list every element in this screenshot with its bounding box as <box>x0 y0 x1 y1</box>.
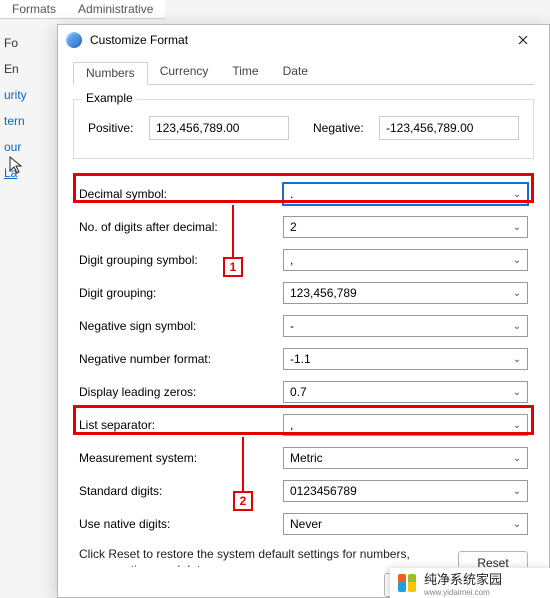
bg-tab-administrative: Administrative <box>72 0 159 18</box>
chevron-down-icon: ⌄ <box>511 222 523 233</box>
value-negative-sign-symbol: - <box>290 319 511 333</box>
combo-standard-digits[interactable]: 0123456789 ⌄ <box>283 480 528 502</box>
value-digits-after-decimal: 2 <box>290 220 511 234</box>
reset-hint-text: Click Reset to restore the system defaul… <box>79 547 438 567</box>
tab-numbers[interactable]: Numbers <box>73 62 148 85</box>
globe-icon <box>66 32 82 48</box>
combo-leading-zeros[interactable]: 0.7 ⌄ <box>283 381 528 403</box>
dialog-titlebar: Customize Format <box>58 25 549 55</box>
tabstrip: Numbers Currency Time Date <box>73 61 534 85</box>
chevron-down-icon: ⌄ <box>511 453 523 464</box>
annotation-line-2 <box>242 437 244 491</box>
label-use-native-digits: Use native digits: <box>79 517 279 531</box>
label-digit-grouping-symbol: Digit grouping symbol: <box>79 253 279 267</box>
row-negative-number-format: Negative number format: -1.1 ⌄ <box>73 348 534 370</box>
label-list-separator: List separator: <box>79 418 279 432</box>
customize-format-dialog: Customize Format Numbers Currency Time D… <box>57 24 550 598</box>
label-digit-grouping: Digit grouping: <box>79 286 279 300</box>
annotation-line-1 <box>232 205 234 257</box>
example-legend: Example <box>82 91 137 105</box>
chevron-down-icon: ⌄ <box>511 420 523 431</box>
tab-date[interactable]: Date <box>271 61 320 84</box>
row-negative-sign-symbol: Negative sign symbol: - ⌄ <box>73 315 534 337</box>
value-decimal-symbol: . <box>290 187 511 201</box>
brand-name: 纯净系统家园 <box>424 569 502 588</box>
chevron-down-icon: ⌄ <box>511 288 523 299</box>
value-digit-grouping: 123,456,789 <box>290 286 511 300</box>
label-digits-after-decimal: No. of digits after decimal: <box>79 220 279 234</box>
row-leading-zeros: Display leading zeros: 0.7 ⌄ <box>73 381 534 403</box>
chevron-down-icon: ⌄ <box>511 189 523 200</box>
combo-decimal-symbol[interactable]: . ⌄ <box>283 183 528 205</box>
combo-digit-grouping[interactable]: 123,456,789 ⌄ <box>283 282 528 304</box>
tab-time[interactable]: Time <box>220 61 270 84</box>
chevron-down-icon: ⌄ <box>511 321 523 332</box>
row-standard-digits: Standard digits: 0123456789 ⌄ <box>73 480 534 502</box>
background-tabstrip: Formats Administrative <box>0 0 165 19</box>
label-leading-zeros: Display leading zeros: <box>79 385 279 399</box>
combo-measurement-system[interactable]: Metric ⌄ <box>283 447 528 469</box>
value-measurement-system: Metric <box>290 451 511 465</box>
value-list-separator: , <box>290 418 511 432</box>
row-digit-grouping-symbol: Digit grouping symbol: , ⌄ <box>73 249 534 271</box>
bg-tab-formats: Formats <box>6 0 62 18</box>
form-area: Decimal symbol: . ⌄ No. of digits after … <box>73 183 534 535</box>
cursor-arrow-icon <box>7 155 27 175</box>
row-decimal-symbol: Decimal symbol: . ⌄ <box>73 183 534 205</box>
chevron-down-icon: ⌄ <box>511 354 523 365</box>
label-measurement-system: Measurement system: <box>79 451 279 465</box>
label-decimal-symbol: Decimal symbol: <box>79 187 279 201</box>
value-standard-digits: 0123456789 <box>290 484 511 498</box>
combo-use-native-digits[interactable]: Never ⌄ <box>283 513 528 535</box>
row-digits-after-decimal: No. of digits after decimal: 2 ⌄ <box>73 216 534 238</box>
positive-label: Positive: <box>88 121 143 135</box>
value-negative-number-format: -1.1 <box>290 352 511 366</box>
tab-currency[interactable]: Currency <box>148 61 221 84</box>
dialog-title: Customize Format <box>90 33 503 47</box>
chevron-down-icon: ⌄ <box>511 255 523 266</box>
row-list-separator: List separator: , ⌄ <box>73 414 534 436</box>
row-use-native-digits: Use native digits: Never ⌄ <box>73 513 534 535</box>
negative-label: Negative: <box>313 121 373 135</box>
dialog-content: Numbers Currency Time Date Example Posit… <box>58 55 549 567</box>
row-measurement-system: Measurement system: Metric ⌄ <box>73 447 534 469</box>
label-negative-number-format: Negative number format: <box>79 352 279 366</box>
chevron-down-icon: ⌄ <box>511 519 523 530</box>
brand-url: www.yidaimei.com <box>424 588 502 597</box>
chevron-down-icon: ⌄ <box>511 387 523 398</box>
annotation-callout-2: 2 <box>233 491 253 511</box>
reset-button[interactable]: Reset <box>458 551 528 567</box>
combo-list-separator[interactable]: , ⌄ <box>283 414 528 436</box>
chevron-down-icon: ⌄ <box>511 486 523 497</box>
value-use-native-digits: Never <box>290 517 511 531</box>
close-button[interactable] <box>503 27 543 53</box>
value-leading-zeros: 0.7 <box>290 385 511 399</box>
row-digit-grouping: Digit grouping: 123,456,789 ⌄ <box>73 282 534 304</box>
negative-value: -123,456,789.00 <box>379 116 519 140</box>
label-negative-sign-symbol: Negative sign symbol: <box>79 319 279 333</box>
value-digit-grouping-symbol: , <box>290 253 511 267</box>
combo-digits-after-decimal[interactable]: 2 ⌄ <box>283 216 528 238</box>
brand-logo-icon <box>396 572 418 594</box>
combo-digit-grouping-symbol[interactable]: , ⌄ <box>283 249 528 271</box>
combo-negative-sign-symbol[interactable]: - ⌄ <box>283 315 528 337</box>
example-groupbox: Example Positive: 123,456,789.00 Negativ… <box>73 99 534 159</box>
positive-value: 123,456,789.00 <box>149 116 289 140</box>
combo-negative-number-format[interactable]: -1.1 ⌄ <box>283 348 528 370</box>
annotation-callout-1: 1 <box>223 257 243 277</box>
reset-hint-row: Click Reset to restore the system defaul… <box>73 547 534 567</box>
watermark-branding: 纯净系统家园 www.yidaimei.com <box>390 568 550 598</box>
